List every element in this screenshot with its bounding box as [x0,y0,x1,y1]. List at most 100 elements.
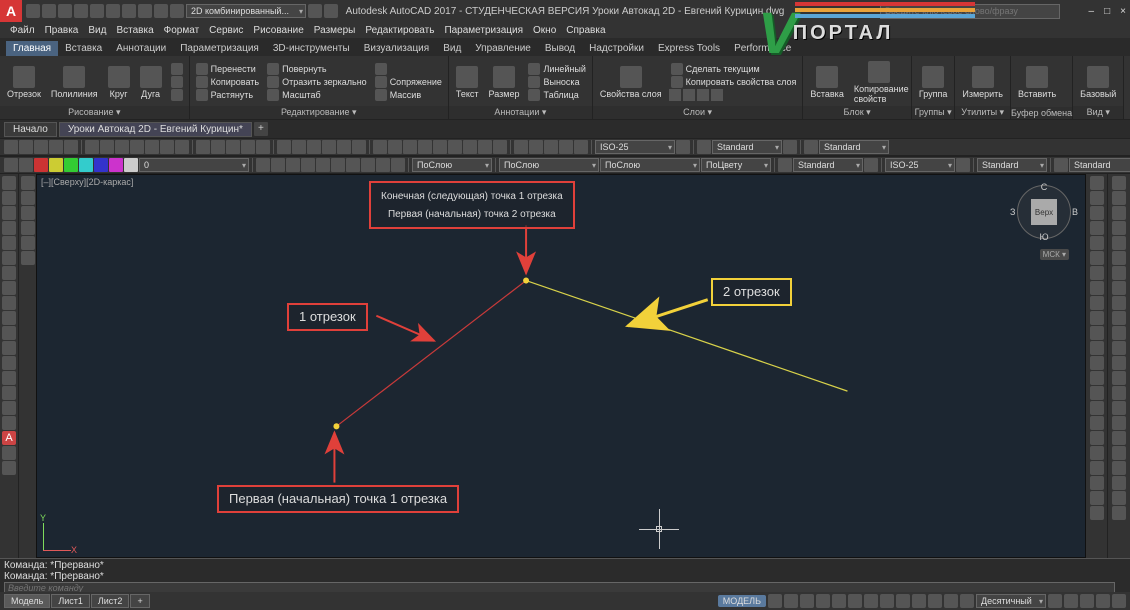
panel-label[interactable]: Блок ▾ [803,106,910,119]
tb-icon[interactable] [478,140,492,154]
palette-icon[interactable] [1090,476,1104,490]
status-icon[interactable] [816,594,830,608]
qat-icon[interactable] [58,4,72,18]
plotstyle-dropdown[interactable]: ПоЦвету [701,158,771,172]
dimstyle-dropdown[interactable]: ISO-25 [595,140,675,154]
tb-icon[interactable] [307,140,321,154]
tb-icon[interactable] [403,140,417,154]
dim-button[interactable]: Размер [486,64,523,101]
tb-icon[interactable] [514,140,528,154]
status-icon[interactable] [944,594,958,608]
layer-icon[interactable] [711,89,723,101]
style-dropdown[interactable]: Standard [1069,158,1130,172]
palette-icon[interactable] [1090,371,1104,385]
view-cube[interactable]: С Ю В З Верх [1017,185,1071,239]
palette-icon[interactable] [2,356,16,370]
tb-icon[interactable] [361,158,375,172]
status-icon[interactable] [784,594,798,608]
tb-icon[interactable] [34,140,48,154]
qat-icon[interactable] [138,4,152,18]
linear-button[interactable]: Линейный [526,63,587,75]
tb-icon[interactable] [211,140,225,154]
draw-small[interactable] [169,89,185,101]
tb-icon[interactable] [100,140,114,154]
palette-icon[interactable] [1112,281,1126,295]
ribbon-tab[interactable]: Вставка [58,41,109,56]
tb-icon[interactable] [956,158,970,172]
measure-button[interactable]: Измерить [959,64,1006,101]
palette-icon[interactable] [1112,461,1126,475]
tb-icon[interactable] [145,140,159,154]
tb-icon[interactable] [277,140,291,154]
units-dropdown[interactable]: Десятичный [976,594,1046,608]
qat-icon[interactable] [26,4,40,18]
palette-icon[interactable] [2,386,16,400]
polyline-button[interactable]: Полилиния [48,64,101,101]
rotate-button[interactable]: Повернуть [265,63,369,75]
close-button[interactable]: × [1120,6,1126,17]
tb-icon[interactable] [130,140,144,154]
palette-icon[interactable] [1112,476,1126,490]
status-icon[interactable] [960,594,974,608]
ribbon-tab[interactable]: Визуализация [357,41,436,56]
palette-icon[interactable] [1112,206,1126,220]
qat-icon[interactable] [74,4,88,18]
tb-icon[interactable] [346,158,360,172]
status-icon[interactable] [832,594,846,608]
menu-item[interactable]: Вид [84,25,110,36]
palette-icon[interactable] [2,341,16,355]
layer-icon[interactable] [697,89,709,101]
palette-icon[interactable] [1090,341,1104,355]
palette-icon[interactable] [1090,266,1104,280]
ribbon-tab[interactable]: 3D-инструменты [266,41,357,56]
color-yellow[interactable] [49,158,63,172]
tb-icon[interactable] [559,140,573,154]
paste-button[interactable]: Вставить [1015,64,1059,101]
color-blue[interactable] [94,158,108,172]
palette-icon[interactable] [1090,251,1104,265]
panel-label[interactable]: Буфер обмена [1011,107,1072,119]
palette-icon[interactable] [1090,401,1104,415]
qat-icon[interactable] [90,4,104,18]
status-icon[interactable] [1048,594,1062,608]
palette-icon[interactable] [1112,296,1126,310]
palette-icon[interactable] [1090,416,1104,430]
copy-button[interactable]: Копировать [194,76,261,88]
palette-icon[interactable] [2,221,16,235]
mirror-button[interactable]: Отразить зеркально [265,76,369,88]
color-white[interactable] [124,158,138,172]
palette-icon[interactable] [1090,236,1104,250]
tb-icon[interactable] [529,140,543,154]
palette-icon[interactable] [1112,371,1126,385]
tb-icon[interactable] [160,140,174,154]
status-icon[interactable] [928,594,942,608]
palette-icon[interactable] [1112,506,1126,520]
minimize-button[interactable]: – [1089,6,1095,17]
array-button[interactable]: Массив [373,89,444,101]
layout-tab[interactable]: Лист1 [51,594,90,608]
palette-icon[interactable] [21,206,35,220]
panel-label[interactable]: Аннотации ▾ [449,106,592,119]
model-tab[interactable]: Модель [4,594,50,608]
color-magenta[interactable] [109,158,123,172]
qat-icon[interactable] [170,4,184,18]
tb-icon[interactable] [493,140,507,154]
palette-icon[interactable] [1090,446,1104,460]
palette-icon[interactable] [1090,206,1104,220]
tb-icon[interactable] [301,158,315,172]
layer-icon[interactable] [669,89,681,101]
tb-icon[interactable] [376,158,390,172]
palette-icon[interactable] [2,191,16,205]
tb-icon[interactable] [804,140,818,154]
status-icon[interactable] [880,594,894,608]
menu-item[interactable]: Справка [562,25,609,36]
tb-icon[interactable] [574,140,588,154]
ribbon-tab-home[interactable]: Главная [6,41,58,56]
status-icon[interactable] [800,594,814,608]
qat-icon[interactable] [42,4,56,18]
tb-icon[interactable] [544,140,558,154]
palette-icon[interactable] [1112,341,1126,355]
tb-icon[interactable] [4,158,18,172]
style-dropdown[interactable]: Standard [793,158,863,172]
palette-icon[interactable] [2,326,16,340]
